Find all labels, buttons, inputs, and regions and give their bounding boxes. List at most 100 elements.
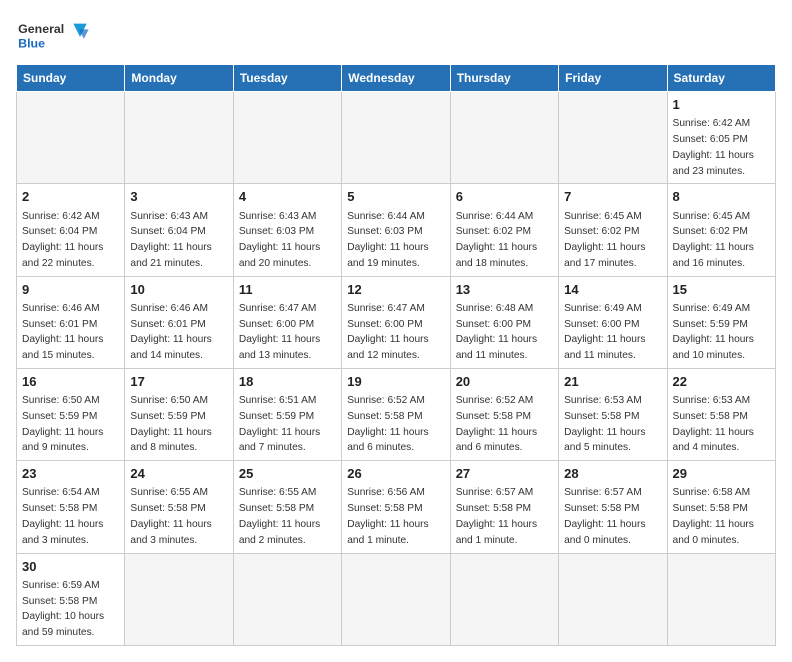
day-info: Sunrise: 6:44 AMSunset: 6:02 PMDaylight:… — [456, 211, 537, 269]
calendar-cell: 5 Sunrise: 6:44 AMSunset: 6:03 PMDayligh… — [342, 184, 450, 276]
col-header-thursday: Thursday — [450, 65, 558, 92]
day-number: 11 — [239, 281, 336, 299]
day-number: 2 — [22, 188, 119, 206]
calendar-cell — [342, 92, 450, 184]
calendar-week-row: 1 Sunrise: 6:42 AMSunset: 6:05 PMDayligh… — [17, 92, 776, 184]
col-header-monday: Monday — [125, 65, 233, 92]
day-number: 16 — [22, 373, 119, 391]
calendar-cell: 7 Sunrise: 6:45 AMSunset: 6:02 PMDayligh… — [559, 184, 667, 276]
calendar-cell: 14 Sunrise: 6:49 AMSunset: 6:00 PMDaylig… — [559, 276, 667, 368]
day-info: Sunrise: 6:42 AMSunset: 6:05 PMDaylight:… — [673, 118, 754, 176]
calendar-cell — [125, 553, 233, 645]
col-header-saturday: Saturday — [667, 65, 775, 92]
calendar-cell — [450, 553, 558, 645]
day-number: 4 — [239, 188, 336, 206]
day-number: 8 — [673, 188, 770, 206]
day-info: Sunrise: 6:54 AMSunset: 5:58 PMDaylight:… — [22, 487, 103, 545]
day-number: 3 — [130, 188, 227, 206]
calendar-cell — [233, 553, 341, 645]
col-header-sunday: Sunday — [17, 65, 125, 92]
calendar-cell: 4 Sunrise: 6:43 AMSunset: 6:03 PMDayligh… — [233, 184, 341, 276]
day-info: Sunrise: 6:55 AMSunset: 5:58 PMDaylight:… — [130, 487, 211, 545]
calendar-cell: 1 Sunrise: 6:42 AMSunset: 6:05 PMDayligh… — [667, 92, 775, 184]
day-info: Sunrise: 6:55 AMSunset: 5:58 PMDaylight:… — [239, 487, 320, 545]
day-number: 7 — [564, 188, 661, 206]
day-info: Sunrise: 6:47 AMSunset: 6:00 PMDaylight:… — [347, 303, 428, 361]
calendar-cell — [125, 92, 233, 184]
day-number: 25 — [239, 465, 336, 483]
day-number: 23 — [22, 465, 119, 483]
day-number: 28 — [564, 465, 661, 483]
day-info: Sunrise: 6:53 AMSunset: 5:58 PMDaylight:… — [673, 395, 754, 453]
day-number: 19 — [347, 373, 444, 391]
day-info: Sunrise: 6:49 AMSunset: 5:59 PMDaylight:… — [673, 303, 754, 361]
calendar-cell — [342, 553, 450, 645]
day-number: 1 — [673, 96, 770, 114]
calendar-cell — [559, 553, 667, 645]
calendar-cell: 23 Sunrise: 6:54 AMSunset: 5:58 PMDaylig… — [17, 461, 125, 553]
calendar-cell: 22 Sunrise: 6:53 AMSunset: 5:58 PMDaylig… — [667, 368, 775, 460]
col-header-tuesday: Tuesday — [233, 65, 341, 92]
day-info: Sunrise: 6:57 AMSunset: 5:58 PMDaylight:… — [564, 487, 645, 545]
calendar-table: SundayMondayTuesdayWednesdayThursdayFrid… — [16, 64, 776, 646]
logo: General Blue — [16, 16, 106, 56]
day-info: Sunrise: 6:50 AMSunset: 5:59 PMDaylight:… — [22, 395, 103, 453]
day-number: 21 — [564, 373, 661, 391]
calendar-cell: 11 Sunrise: 6:47 AMSunset: 6:00 PMDaylig… — [233, 276, 341, 368]
calendar-week-row: 9 Sunrise: 6:46 AMSunset: 6:01 PMDayligh… — [17, 276, 776, 368]
day-info: Sunrise: 6:50 AMSunset: 5:59 PMDaylight:… — [130, 395, 211, 453]
day-info: Sunrise: 6:52 AMSunset: 5:58 PMDaylight:… — [347, 395, 428, 453]
day-number: 24 — [130, 465, 227, 483]
calendar-week-row: 2 Sunrise: 6:42 AMSunset: 6:04 PMDayligh… — [17, 184, 776, 276]
day-info: Sunrise: 6:46 AMSunset: 6:01 PMDaylight:… — [22, 303, 103, 361]
calendar-header-row: SundayMondayTuesdayWednesdayThursdayFrid… — [17, 65, 776, 92]
calendar-cell: 8 Sunrise: 6:45 AMSunset: 6:02 PMDayligh… — [667, 184, 775, 276]
day-info: Sunrise: 6:45 AMSunset: 6:02 PMDaylight:… — [564, 211, 645, 269]
day-number: 15 — [673, 281, 770, 299]
calendar-cell: 28 Sunrise: 6:57 AMSunset: 5:58 PMDaylig… — [559, 461, 667, 553]
calendar-cell: 9 Sunrise: 6:46 AMSunset: 6:01 PMDayligh… — [17, 276, 125, 368]
day-info: Sunrise: 6:49 AMSunset: 6:00 PMDaylight:… — [564, 303, 645, 361]
day-number: 18 — [239, 373, 336, 391]
day-info: Sunrise: 6:48 AMSunset: 6:00 PMDaylight:… — [456, 303, 537, 361]
calendar-cell: 19 Sunrise: 6:52 AMSunset: 5:58 PMDaylig… — [342, 368, 450, 460]
svg-text:Blue: Blue — [18, 36, 45, 50]
day-number: 13 — [456, 281, 553, 299]
calendar-cell: 20 Sunrise: 6:52 AMSunset: 5:58 PMDaylig… — [450, 368, 558, 460]
calendar-week-row: 16 Sunrise: 6:50 AMSunset: 5:59 PMDaylig… — [17, 368, 776, 460]
day-info: Sunrise: 6:46 AMSunset: 6:01 PMDaylight:… — [130, 303, 211, 361]
day-number: 29 — [673, 465, 770, 483]
col-header-wednesday: Wednesday — [342, 65, 450, 92]
calendar-cell: 18 Sunrise: 6:51 AMSunset: 5:59 PMDaylig… — [233, 368, 341, 460]
day-info: Sunrise: 6:58 AMSunset: 5:58 PMDaylight:… — [673, 487, 754, 545]
day-number: 12 — [347, 281, 444, 299]
calendar-cell: 16 Sunrise: 6:50 AMSunset: 5:59 PMDaylig… — [17, 368, 125, 460]
calendar-cell: 24 Sunrise: 6:55 AMSunset: 5:58 PMDaylig… — [125, 461, 233, 553]
calendar-cell — [233, 92, 341, 184]
calendar-cell: 26 Sunrise: 6:56 AMSunset: 5:58 PMDaylig… — [342, 461, 450, 553]
day-number: 14 — [564, 281, 661, 299]
day-number: 17 — [130, 373, 227, 391]
day-info: Sunrise: 6:59 AMSunset: 5:58 PMDaylight:… — [22, 580, 104, 638]
logo-svg: General Blue — [16, 16, 106, 56]
day-info: Sunrise: 6:47 AMSunset: 6:00 PMDaylight:… — [239, 303, 320, 361]
page-header: General Blue — [16, 16, 776, 56]
calendar-cell: 29 Sunrise: 6:58 AMSunset: 5:58 PMDaylig… — [667, 461, 775, 553]
calendar-cell: 10 Sunrise: 6:46 AMSunset: 6:01 PMDaylig… — [125, 276, 233, 368]
calendar-cell: 27 Sunrise: 6:57 AMSunset: 5:58 PMDaylig… — [450, 461, 558, 553]
day-number: 6 — [456, 188, 553, 206]
day-info: Sunrise: 6:57 AMSunset: 5:58 PMDaylight:… — [456, 487, 537, 545]
calendar-cell: 12 Sunrise: 6:47 AMSunset: 6:00 PMDaylig… — [342, 276, 450, 368]
day-number: 30 — [22, 558, 119, 576]
calendar-cell — [17, 92, 125, 184]
col-header-friday: Friday — [559, 65, 667, 92]
day-info: Sunrise: 6:43 AMSunset: 6:04 PMDaylight:… — [130, 211, 211, 269]
calendar-cell: 6 Sunrise: 6:44 AMSunset: 6:02 PMDayligh… — [450, 184, 558, 276]
calendar-week-row: 30 Sunrise: 6:59 AMSunset: 5:58 PMDaylig… — [17, 553, 776, 645]
day-number: 26 — [347, 465, 444, 483]
calendar-cell — [667, 553, 775, 645]
day-info: Sunrise: 6:51 AMSunset: 5:59 PMDaylight:… — [239, 395, 320, 453]
calendar-cell: 21 Sunrise: 6:53 AMSunset: 5:58 PMDaylig… — [559, 368, 667, 460]
day-number: 9 — [22, 281, 119, 299]
calendar-cell: 13 Sunrise: 6:48 AMSunset: 6:00 PMDaylig… — [450, 276, 558, 368]
